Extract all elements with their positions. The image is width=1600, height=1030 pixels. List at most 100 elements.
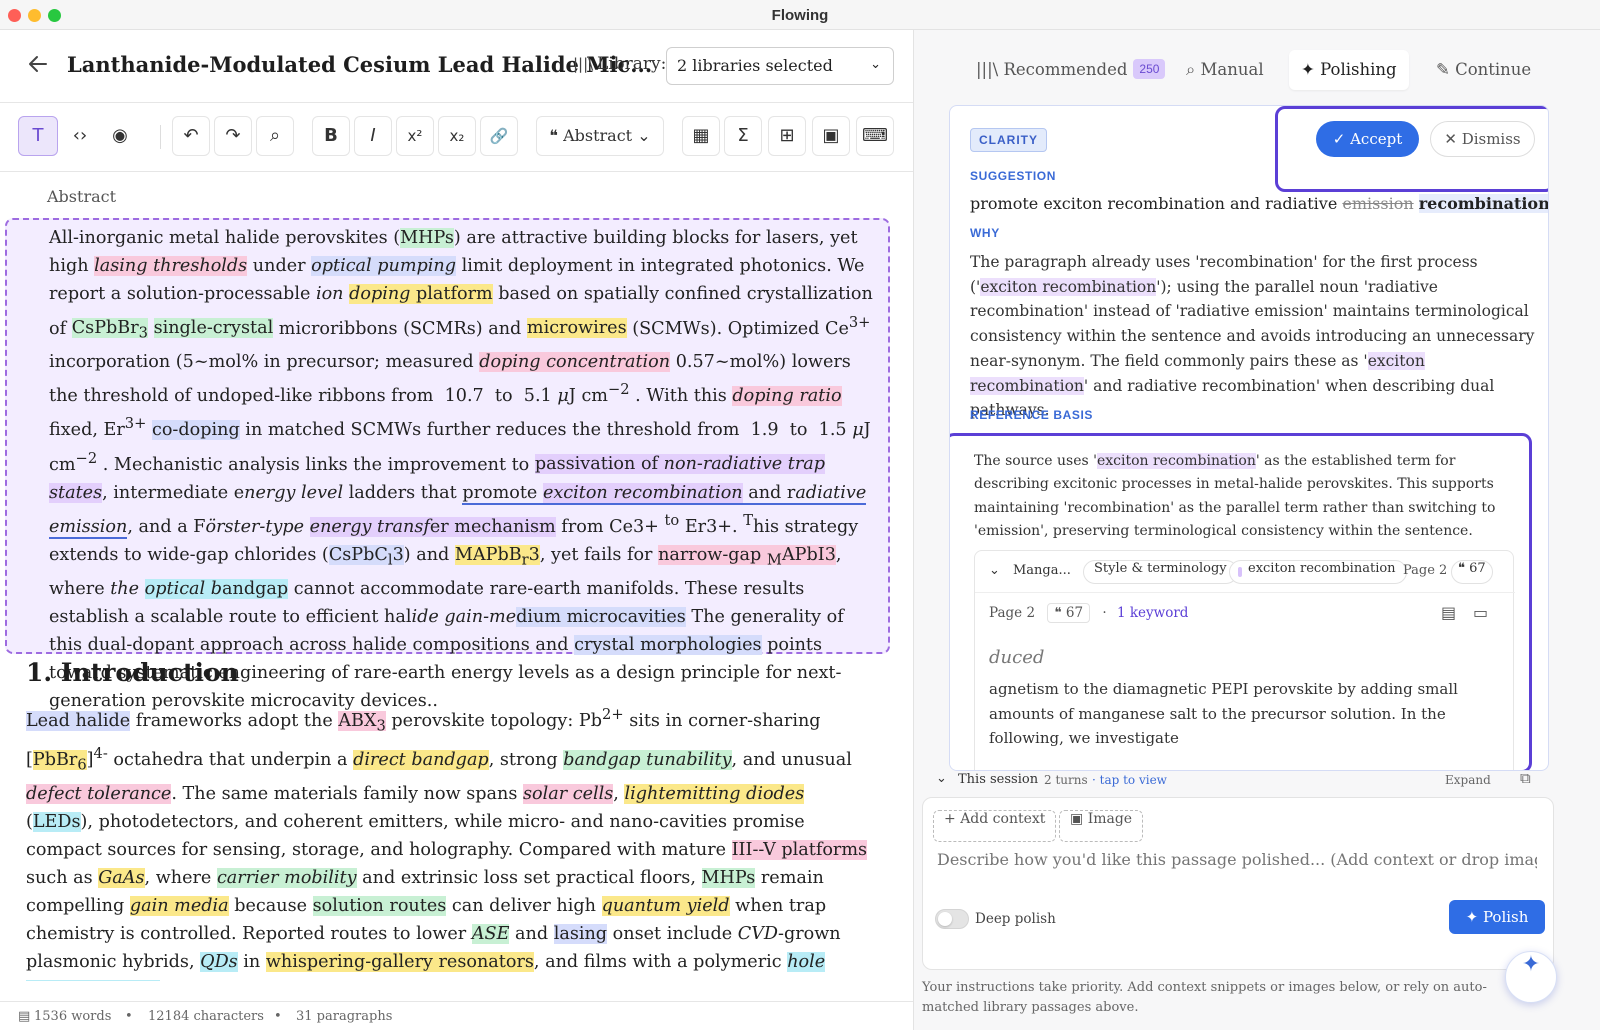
library-label: Library: bbox=[597, 54, 667, 74]
equation-button[interactable]: Σ bbox=[724, 116, 762, 156]
search-icon: ⌕ bbox=[1186, 60, 1201, 79]
bold-button[interactable]: B bbox=[312, 116, 350, 156]
session-turns: 2 turns bbox=[1044, 773, 1088, 787]
undo-button[interactable]: ↶ bbox=[172, 116, 210, 156]
superscript-button[interactable]: x² bbox=[396, 116, 434, 156]
library-icon: |||\ bbox=[573, 55, 594, 73]
tap-to-view-link[interactable]: · tap to view bbox=[1092, 773, 1167, 787]
keyword-link[interactable]: 1 keyword bbox=[1117, 605, 1188, 621]
section-label: Abstract bbox=[47, 187, 117, 206]
chevron-down-icon[interactable]: ⌄ bbox=[936, 771, 947, 786]
table-button[interactable]: ⊞ bbox=[768, 116, 806, 156]
tab-label: Polishing bbox=[1320, 60, 1397, 79]
chevron-down-icon[interactable]: ⌄ bbox=[989, 563, 1000, 578]
why-text: The paragraph already uses 'recombinatio… bbox=[970, 253, 1535, 420]
toolbar-divider bbox=[160, 125, 161, 149]
style-chip: Style & terminology bbox=[1083, 560, 1238, 584]
dismiss-button[interactable]: ✕ Dismiss bbox=[1430, 121, 1535, 157]
document-icon: ▤ bbox=[18, 1009, 31, 1024]
accept-label: Accept bbox=[1350, 130, 1403, 148]
expand-button[interactable]: Expand bbox=[1445, 773, 1491, 787]
sparkle-icon: ✦ bbox=[1465, 908, 1483, 926]
status-bar: ▤ 1536 words • 12184 characters • 31 par… bbox=[0, 1001, 913, 1030]
status-separator: • bbox=[274, 1009, 282, 1024]
document-title: Lanthanide-Modulated Cesium Lead Halide … bbox=[67, 52, 653, 77]
abstract-selection[interactable]: All-inorganic metal halide perovskites (… bbox=[5, 218, 890, 711]
meta-quote-count: ❝ 67 bbox=[1047, 603, 1091, 623]
document-icon[interactable]: ▤ bbox=[1441, 603, 1456, 622]
reference-highlight-box: The source uses 'exciton recombination' … bbox=[950, 433, 1532, 770]
tab-manual[interactable]: ⌕ Manual bbox=[1174, 50, 1276, 90]
back-arrow-icon[interactable] bbox=[26, 52, 50, 76]
tab-label: Continue bbox=[1455, 60, 1532, 79]
tab-label: Manual bbox=[1200, 60, 1264, 79]
why-heading: WHY bbox=[970, 226, 1000, 240]
chevron-down-icon: ⌄ bbox=[870, 57, 881, 72]
add-context-button[interactable]: + Add context bbox=[933, 810, 1057, 842]
image-icon: ▣ bbox=[1070, 811, 1088, 827]
instructions-hint: Your instructions take priority. Add con… bbox=[922, 980, 1487, 1015]
suggestion-card: CLARITY ✓ Accept ✕ Dismiss SUGGESTION pr… bbox=[949, 105, 1549, 771]
reference-heading: REFERENCE BASIS bbox=[970, 408, 1094, 422]
assistant-pane: |||\ Recommended 250 ⌕ Manual ✦ Polishing… bbox=[913, 30, 1600, 1030]
source-card: ⌄ Manga... Style & terminology exciton r… bbox=[974, 550, 1515, 770]
text-mode-button[interactable]: T bbox=[18, 116, 58, 156]
source-meta: Page 2 ❝ 67 · 1 keyword bbox=[989, 603, 1189, 623]
citation-style-dropdown[interactable]: ❝ Abstract ⌄ bbox=[536, 116, 664, 156]
suggestion-prefix: promote exciton recombination and radiat… bbox=[970, 194, 1343, 213]
session-bar[interactable]: ⌄ This session 2 turns · tap to view Exp… bbox=[922, 761, 1592, 801]
library-icon: |||\ bbox=[976, 60, 1004, 79]
category-badge: CLARITY bbox=[970, 128, 1047, 152]
code-mode-button[interactable]: ‹› bbox=[60, 116, 100, 156]
sparkle-icon: ✦ bbox=[1301, 60, 1321, 79]
intro-paragraph: Lead halide frameworks adopt the ABX3 pe… bbox=[26, 701, 876, 981]
folder-icon[interactable]: ▭ bbox=[1473, 603, 1488, 622]
citation-style-label: Abstract bbox=[563, 126, 633, 145]
keyword-chip: exciton recombination bbox=[1229, 560, 1407, 584]
abstract-paragraph: All-inorganic metal halide perovskites (… bbox=[49, 228, 873, 712]
italic-button[interactable]: I bbox=[354, 116, 392, 156]
close-icon: ✕ bbox=[1444, 130, 1462, 148]
link-button[interactable]: 🔗 bbox=[480, 116, 518, 156]
quote-count-chip: ❝ 67 bbox=[1451, 560, 1493, 584]
copy-icon[interactable]: ⧉ bbox=[1520, 769, 1531, 787]
editor-content[interactable]: Abstract All-inorganic metal halide pero… bbox=[0, 173, 913, 981]
insert-image-button[interactable]: ▣ bbox=[812, 116, 850, 156]
window-title: Flowing bbox=[771, 7, 829, 24]
redo-button[interactable]: ↷ bbox=[214, 116, 252, 156]
editor-toolbar: T ‹› ◉ ↶ ↷ ⌕ B I x² x₂ 🔗 ❝ Abstract ⌄ ▦ … bbox=[0, 102, 913, 172]
polish-button[interactable]: ✦ Polish bbox=[1449, 900, 1545, 934]
status-separator: • bbox=[125, 1009, 133, 1024]
source-excerpt: agnetism to the diamagnetic PEPI perovsk… bbox=[989, 680, 1458, 747]
preview-mode-button[interactable]: ◉ bbox=[100, 116, 140, 156]
tab-continue[interactable]: ✎ Continue bbox=[1424, 50, 1543, 90]
dismiss-label: Dismiss bbox=[1461, 130, 1521, 148]
tab-recommended[interactable]: |||\ Recommended 250 bbox=[964, 50, 1177, 90]
library-select-value: 2 libraries selected bbox=[677, 56, 833, 75]
plus-icon: + bbox=[944, 811, 961, 827]
source-excerpt-fragment: duced bbox=[989, 647, 1045, 668]
accept-button[interactable]: ✓ Accept bbox=[1316, 121, 1419, 157]
calculator-button[interactable]: ▦ bbox=[682, 116, 720, 156]
added-text: recombination bbox=[1418, 194, 1549, 213]
editor-pane: Lanthanide-Modulated Cesium Lead Halide … bbox=[0, 30, 913, 1030]
deep-polish-toggle[interactable] bbox=[935, 909, 969, 929]
document-header: Lanthanide-Modulated Cesium Lead Halide … bbox=[0, 30, 913, 102]
assistant-sparkle-icon[interactable]: ✦ bbox=[1505, 951, 1557, 1003]
tab-polishing[interactable]: ✦ Polishing bbox=[1289, 50, 1409, 90]
paragraph-count: 31 paragraphs bbox=[296, 1009, 393, 1024]
subscript-button[interactable]: x₂ bbox=[438, 116, 476, 156]
quote-icon: ❝ bbox=[549, 126, 564, 145]
suggestion-heading: SUGGESTION bbox=[970, 169, 1057, 183]
library-select[interactable]: 2 libraries selected ⌄ bbox=[666, 47, 894, 85]
search-button[interactable]: ⌕ bbox=[256, 116, 294, 156]
source-page: Page 2 bbox=[1403, 563, 1448, 578]
polish-composer: + Add context ▣ Image Deep polish ✦ Poli… bbox=[922, 797, 1554, 970]
deep-polish-label: Deep polish bbox=[975, 911, 1056, 927]
source-header[interactable]: ⌄ Manga... Style & terminology exciton r… bbox=[975, 551, 1515, 593]
pencil-icon: ✎ bbox=[1436, 60, 1456, 79]
keyboard-button[interactable]: ⌨ bbox=[856, 116, 894, 156]
add-image-button[interactable]: ▣ Image bbox=[1059, 810, 1144, 842]
polish-instructions-input[interactable] bbox=[937, 850, 1537, 869]
quote-icon: ❝ bbox=[1458, 561, 1470, 576]
